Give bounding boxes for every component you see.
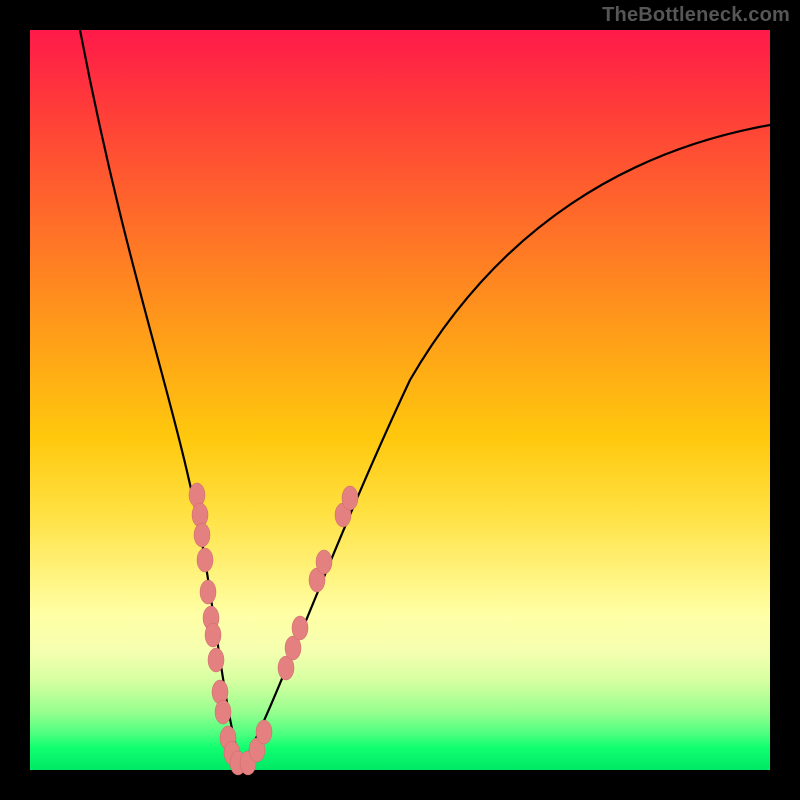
data-marker — [194, 523, 210, 547]
data-marker — [197, 548, 213, 572]
data-markers — [189, 483, 358, 775]
data-marker — [292, 616, 308, 640]
curve-layer — [30, 30, 770, 770]
data-marker — [208, 648, 224, 672]
data-marker — [256, 720, 272, 744]
watermark-text: TheBottleneck.com — [602, 4, 790, 27]
data-marker — [215, 700, 231, 724]
data-marker — [205, 623, 221, 647]
data-marker — [316, 550, 332, 574]
data-marker — [200, 580, 216, 604]
chart-frame: TheBottleneck.com — [0, 0, 800, 800]
plot-area — [30, 30, 770, 770]
data-marker — [342, 486, 358, 510]
curve-right-branch — [242, 125, 770, 765]
